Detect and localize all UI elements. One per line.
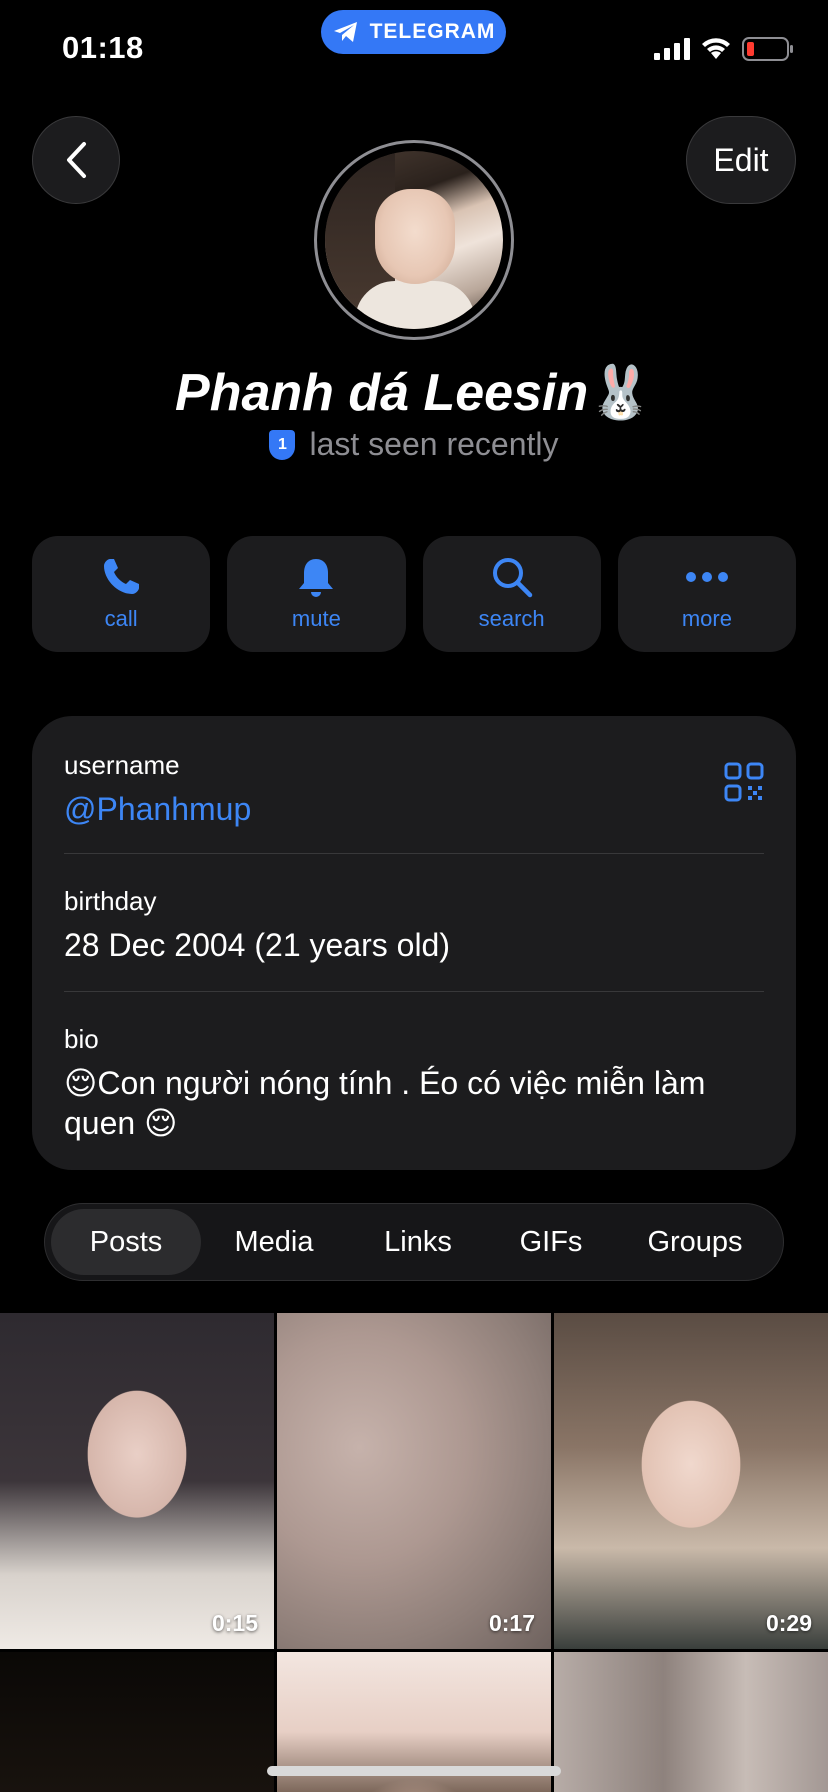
tab-gifs[interactable]: GIFs bbox=[489, 1209, 613, 1275]
edit-button[interactable]: Edit bbox=[686, 116, 796, 204]
qr-code-icon[interactable] bbox=[724, 762, 764, 802]
battery-icon bbox=[742, 37, 793, 61]
back-button[interactable] bbox=[32, 116, 120, 204]
mute-label: mute bbox=[291, 606, 341, 631]
shield-badge-icon: 1 bbox=[269, 429, 296, 460]
media-item[interactable] bbox=[0, 1652, 274, 1792]
media-item[interactable]: 0:29 bbox=[554, 1313, 828, 1649]
bio-value: 😌Con người nóng tính . Éo có việc miễn l… bbox=[64, 1065, 706, 1141]
media-item[interactable]: 0:15 bbox=[0, 1313, 274, 1649]
last-seen-text: last seen recently bbox=[309, 426, 559, 462]
search-label: search bbox=[478, 606, 545, 631]
birthday-row[interactable]: birthday 28 Dec 2004 (21 years old) bbox=[64, 854, 764, 992]
mute-button[interactable]: mute bbox=[227, 536, 406, 652]
telegram-pill-label: TELEGRAM bbox=[369, 20, 496, 43]
cellular-signal-icon bbox=[654, 38, 690, 60]
media-grid: 0:15 0:17 0:29 bbox=[0, 1313, 828, 1792]
call-label: call bbox=[104, 606, 138, 631]
content-tabs: Posts Media Links GIFs Groups bbox=[44, 1203, 784, 1281]
wifi-icon bbox=[702, 38, 730, 59]
bio-row[interactable]: bio 😌Con người nóng tính . Éo có việc mi… bbox=[64, 992, 764, 1143]
profile-name: Phanh dá Leesin🐰 bbox=[0, 362, 828, 423]
status-icons bbox=[654, 36, 794, 62]
info-card: username @Phanhmup birthday 28 Dec 2004 … bbox=[32, 716, 796, 1170]
tab-groups[interactable]: Groups bbox=[613, 1209, 777, 1275]
action-row: call mute search more bbox=[32, 536, 796, 652]
status-time: 01:18 bbox=[62, 30, 144, 65]
username-row[interactable]: username @Phanhmup bbox=[64, 716, 764, 854]
more-icon bbox=[685, 572, 728, 582]
birthday-label: birthday bbox=[64, 886, 157, 916]
more-label: more bbox=[681, 606, 732, 631]
telegram-icon bbox=[333, 22, 357, 42]
bio-label: bio bbox=[64, 1024, 99, 1054]
bell-icon bbox=[299, 559, 334, 597]
profile-avatar[interactable] bbox=[314, 140, 514, 340]
tab-media[interactable]: Media bbox=[201, 1209, 347, 1275]
username-label: username bbox=[64, 750, 180, 780]
chevron-left-icon bbox=[67, 142, 86, 178]
video-duration: 0:15 bbox=[211, 1610, 258, 1636]
phone-icon bbox=[104, 559, 140, 594]
more-button[interactable]: more bbox=[617, 536, 796, 652]
avatar-photo bbox=[325, 151, 503, 329]
presence-status: 1 last seen recently bbox=[0, 426, 828, 463]
video-duration: 0:29 bbox=[765, 1610, 812, 1636]
birthday-value: 28 Dec 2004 (21 years old) bbox=[64, 927, 450, 963]
tab-links[interactable]: Links bbox=[347, 1209, 489, 1275]
call-button[interactable]: call bbox=[32, 536, 211, 652]
home-indicator[interactable] bbox=[267, 1766, 561, 1776]
username-value[interactable]: @Phanhmup bbox=[64, 789, 764, 829]
profile-name-text: Phanh dá Leesin bbox=[175, 364, 589, 422]
rabbit-emoji-icon: 🐰 bbox=[588, 364, 653, 422]
search-icon bbox=[492, 558, 532, 598]
tab-posts[interactable]: Posts bbox=[51, 1209, 201, 1275]
search-button[interactable]: search bbox=[422, 536, 601, 652]
video-duration: 0:17 bbox=[488, 1610, 535, 1636]
telegram-pill[interactable]: TELEGRAM bbox=[321, 10, 506, 54]
media-item[interactable] bbox=[554, 1652, 828, 1792]
media-item[interactable]: 0:17 bbox=[277, 1313, 551, 1649]
